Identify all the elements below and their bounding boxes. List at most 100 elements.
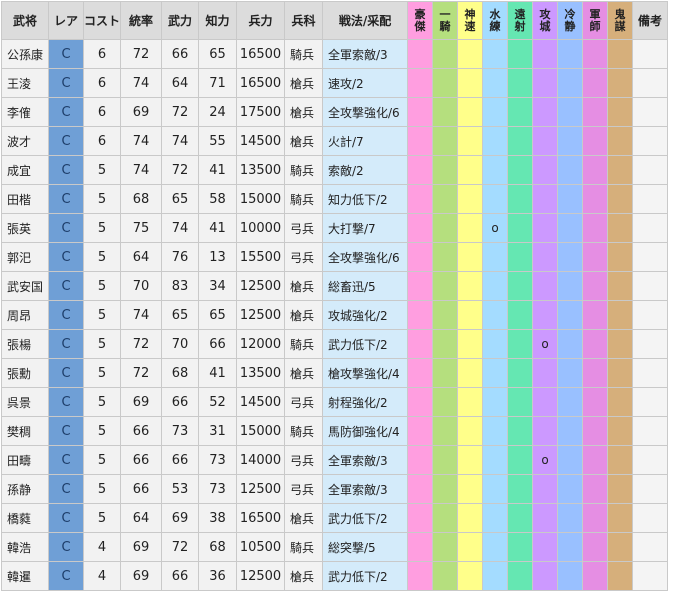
cell-skill-1 [407, 532, 434, 562]
table-row[interactable]: 郭汜 C 5 64 76 13 15500 弓兵 全攻撃強化/6 [1, 242, 669, 272]
cell-skill-6 [532, 155, 559, 185]
cell-note [632, 300, 669, 330]
table-row[interactable]: 王淩 C 6 74 64 71 16500 槍兵 速攻/2 [1, 68, 669, 98]
cell-intel: 36 [198, 561, 238, 591]
table-row[interactable]: 田疇 C 5 66 66 73 14000 弓兵 全軍索敵/3 o [1, 445, 669, 475]
cell-note [632, 242, 669, 272]
header-note[interactable]: 備考 [632, 1, 669, 40]
cell-intel: 73 [198, 474, 238, 504]
cell-skill-9 [607, 561, 634, 591]
cell-lead: 74 [120, 68, 163, 98]
header-troops[interactable]: 兵力 [236, 1, 286, 40]
table-row[interactable]: 武安国 C 5 70 83 34 12500 槍兵 総畜迅/5 [1, 271, 669, 301]
table-row[interactable]: 呉景 C 5 69 66 52 14500 弓兵 射程強化/2 [1, 387, 669, 417]
cell-type: 騎兵 [284, 155, 324, 185]
cell-intel: 73 [198, 445, 238, 475]
table-row[interactable]: 李傕 C 6 69 72 24 17500 槍兵 全攻撃強化/6 [1, 97, 669, 127]
header-skill-2[interactable]: 一騎 [432, 1, 459, 40]
header-skill-1[interactable]: 豪傑 [407, 1, 434, 40]
cell-tactic: 槍攻撃強化/4 [322, 358, 409, 388]
cell-skill-7 [557, 561, 584, 591]
cell-rarity: C [48, 97, 84, 127]
table-row[interactable]: 周昂 C 5 74 65 65 12500 槍兵 攻城強化/2 [1, 300, 669, 330]
table-row[interactable]: 孫静 C 5 66 53 73 12500 弓兵 全軍索敵/3 [1, 474, 669, 504]
cell-skill-7 [557, 387, 584, 417]
header-skill-char: 静 [564, 20, 576, 33]
table-row[interactable]: 成宜 C 5 74 72 41 13500 騎兵 索敵/2 [1, 155, 669, 185]
cell-skill-9 [607, 532, 634, 562]
cell-skill-2 [432, 213, 459, 243]
cell-skill-2 [432, 358, 459, 388]
cell-lead: 72 [120, 329, 163, 359]
cell-lead: 74 [120, 126, 163, 156]
cell-skill-2 [432, 184, 459, 214]
header-intel[interactable]: 知力 [198, 1, 238, 40]
cell-power: 66 [161, 445, 200, 475]
table-row[interactable]: 韓暹 C 4 69 66 36 12500 槍兵 武力低下/2 [1, 561, 669, 591]
table-row[interactable]: 張勳 C 5 72 68 41 13500 槍兵 槍攻撃強化/4 [1, 358, 669, 388]
header-skill-char: 騎 [439, 20, 451, 33]
table-row[interactable]: 韓浩 C 4 69 72 68 10500 騎兵 総突撃/5 [1, 532, 669, 562]
table-row[interactable]: 田楷 C 5 68 65 58 15000 騎兵 知力低下/2 [1, 184, 669, 214]
cell-skill-9 [607, 97, 634, 127]
cell-skill-2 [432, 242, 459, 272]
cell-skill-9 [607, 300, 634, 330]
header-skill-8[interactable]: 軍師 [582, 1, 609, 40]
cell-skill-5 [507, 271, 534, 301]
cell-skill-2 [432, 97, 459, 127]
header-name[interactable]: 武将 [1, 1, 49, 40]
cell-rarity: C [48, 300, 84, 330]
header-skill-9[interactable]: 鬼謀 [607, 1, 634, 40]
cell-skill-9 [607, 126, 634, 156]
cell-cost: 5 [82, 155, 122, 185]
header-cost[interactable]: コスト [82, 1, 122, 40]
header-skill-7[interactable]: 冷静 [557, 1, 584, 40]
header-skill-6[interactable]: 攻城 [532, 1, 559, 40]
cell-power: 73 [161, 416, 200, 446]
header-skill-3[interactable]: 神速 [457, 1, 484, 40]
table-row[interactable]: 張英 C 5 75 74 41 10000 弓兵 大打撃/7 o [1, 213, 669, 243]
table-row[interactable]: 波才 C 6 74 74 55 14500 槍兵 火計/7 [1, 126, 669, 156]
cell-power: 65 [161, 300, 200, 330]
header-lead[interactable]: 統率 [120, 1, 163, 40]
cell-lead: 69 [120, 561, 163, 591]
header-skill-char: 師 [589, 20, 601, 33]
cell-skill-8 [582, 68, 609, 98]
cell-tactic: 索敵/2 [322, 155, 409, 185]
cell-skill-4 [482, 416, 509, 446]
cell-type: 弓兵 [284, 213, 324, 243]
header-type[interactable]: 兵科 [284, 1, 324, 40]
table-row[interactable]: 張楊 C 5 72 70 66 12000 騎兵 武力低下/2 o [1, 329, 669, 359]
cell-power: 76 [161, 242, 200, 272]
cell-skill-4 [482, 300, 509, 330]
table-body: 公孫康 C 6 72 66 65 16500 騎兵 全軍索敵/3 王淩 C 6 74 64 71 16500 槍… [1, 39, 669, 591]
header-skill-5[interactable]: 遠射 [507, 1, 534, 40]
cell-skill-1 [407, 561, 434, 591]
table-row[interactable]: 公孫康 C 6 72 66 65 16500 騎兵 全軍索敵/3 [1, 39, 669, 69]
cell-type: 槍兵 [284, 300, 324, 330]
cell-skill-1 [407, 503, 434, 533]
cell-skill-1 [407, 126, 434, 156]
header-tactic[interactable]: 戦法/采配 [322, 1, 409, 40]
cell-skill-6 [532, 503, 559, 533]
cell-intel: 31 [198, 416, 238, 446]
cell-tactic: 全軍索敵/3 [322, 474, 409, 504]
cell-intel: 38 [198, 503, 238, 533]
header-rarity[interactable]: レア [48, 1, 84, 40]
cell-skill-8 [582, 97, 609, 127]
table-row[interactable]: 橋蕤 C 5 64 69 38 16500 槍兵 武力低下/2 [1, 503, 669, 533]
cell-name: 王淩 [1, 68, 49, 98]
cell-power: 64 [161, 68, 200, 98]
cell-intel: 52 [198, 387, 238, 417]
cell-cost: 6 [82, 39, 122, 69]
cell-tactic: 射程強化/2 [322, 387, 409, 417]
cell-name: 呉景 [1, 387, 49, 417]
header-skill-4[interactable]: 水練 [482, 1, 509, 40]
cell-power: 66 [161, 561, 200, 591]
table-row[interactable]: 樊稠 C 5 66 73 31 15000 騎兵 馬防御強化/4 [1, 416, 669, 446]
cell-lead: 74 [120, 300, 163, 330]
cell-note [632, 474, 669, 504]
cell-tactic: 全軍索敵/3 [322, 39, 409, 69]
cell-skill-1 [407, 300, 434, 330]
header-power[interactable]: 武力 [161, 1, 200, 40]
